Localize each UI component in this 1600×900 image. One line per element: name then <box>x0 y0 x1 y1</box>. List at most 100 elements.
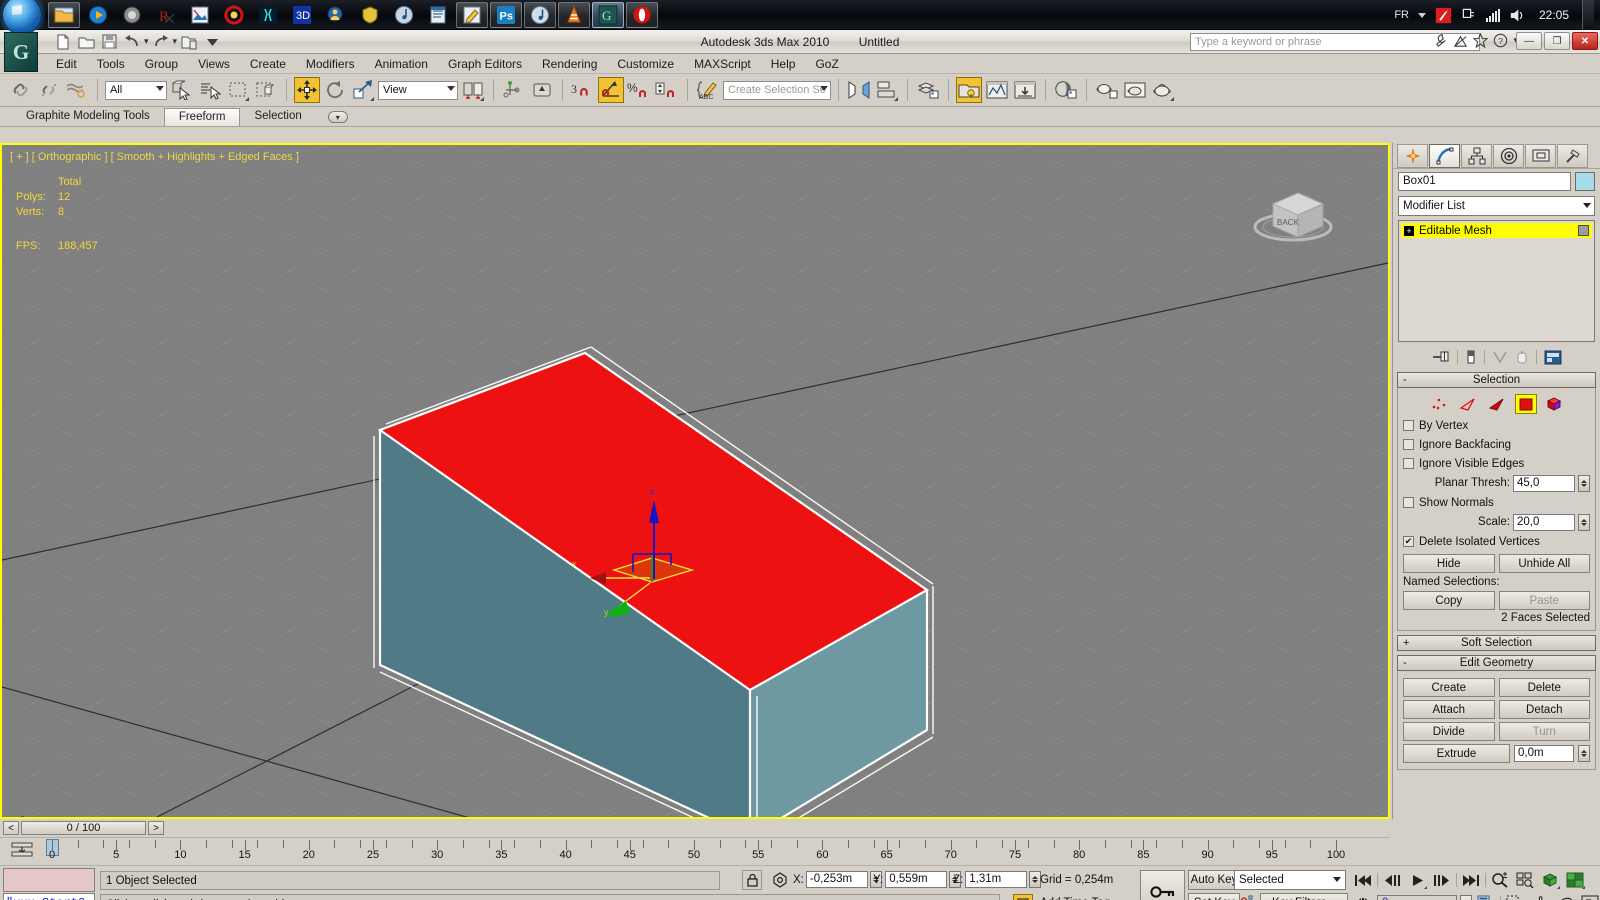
modifier-list-dropdown[interactable]: Modifier List <box>1398 196 1595 216</box>
modify-tab[interactable] <box>1429 143 1460 168</box>
ribbon-tab-graphite-modeling-tools[interactable]: Graphite Modeling Tools <box>12 108 164 126</box>
motion-tab[interactable] <box>1493 143 1524 168</box>
default-in-out-tangents-button[interactable] <box>1234 893 1256 900</box>
edit-named-selection-sets-button[interactable]: ABC <box>695 77 721 103</box>
detach-button[interactable]: Detach <box>1498 700 1590 719</box>
reference-coordinate-system-dropdown[interactable]: View <box>378 80 458 100</box>
menu-item-customize[interactable]: Customize <box>607 55 684 73</box>
selection-filter-dropdown[interactable]: All <box>105 80 167 100</box>
extrude-amount-input[interactable]: 0,0m <box>1514 745 1574 762</box>
ribbon-tab-selection[interactable]: Selection <box>240 108 315 126</box>
unlink-selection-button[interactable] <box>36 77 62 103</box>
coord-y-input[interactable]: 0,559m <box>885 871 948 888</box>
render-frame-window-button[interactable] <box>984 77 1010 103</box>
named-selection-sets-input[interactable]: Create Selection Se <box>723 80 831 100</box>
extrude-spinner[interactable] <box>1578 745 1590 762</box>
zoom-extents-button[interactable] <box>1539 870 1561 890</box>
checkbox-icon[interactable] <box>1403 458 1414 469</box>
previous-frame-button[interactable] <box>1381 870 1403 890</box>
select-and-rotate-button[interactable] <box>322 77 348 103</box>
wrench-icon[interactable] <box>1433 33 1448 48</box>
antivirus-icon[interactable] <box>1435 7 1452 24</box>
coord-z-input[interactable]: 1,31m <box>965 871 1028 888</box>
layer-manager-button[interactable] <box>915 77 941 103</box>
current-frame-spinner[interactable] <box>1460 894 1472 900</box>
add-time-tag-button[interactable] <box>1013 894 1033 900</box>
menu-item-help[interactable]: Help <box>761 55 806 73</box>
menu-item-group[interactable]: Group <box>135 55 188 73</box>
unhide-all-button[interactable]: Unhide All <box>1498 554 1590 573</box>
ribbon-tab-freeform[interactable]: Freeform <box>163 108 241 126</box>
taskbar-item-explorer[interactable] <box>48 1 80 28</box>
perspective-viewport[interactable]: z x y z <box>2 145 1388 817</box>
set-key-button[interactable]: Set Key <box>1188 893 1240 900</box>
mirror-button[interactable] <box>529 77 555 103</box>
absolute-relative-toggle[interactable] <box>770 870 790 890</box>
taskbar-item-blue[interactable]: 3D <box>286 2 318 28</box>
auto-key-button[interactable]: Auto Key <box>1188 870 1240 890</box>
bind-to-space-warp-button[interactable] <box>64 77 90 103</box>
star-icon[interactable] <box>1473 33 1489 48</box>
help-icon[interactable]: ? <box>1493 33 1508 48</box>
network-icon[interactable] <box>1461 7 1477 23</box>
track-bar[interactable]: 5 10 15 20 25 30 35 40 45 50 55 60 65 70 75 80 85 90 95 100… <box>0 837 1390 865</box>
checkbox-delete-isolated-vertices[interactable]: ✔ Delete Isolated Vertices <box>1403 532 1590 551</box>
previous-frame-arrow[interactable]: < <box>3 821 19 835</box>
align-objects-button[interactable] <box>874 77 900 103</box>
taskbar-item-media-player[interactable] <box>82 2 114 28</box>
select-and-move-button[interactable] <box>294 77 320 103</box>
close-button[interactable]: ✕ <box>1572 32 1598 50</box>
delete-button[interactable]: Delete <box>1498 678 1590 697</box>
undo-button[interactable] <box>121 32 143 52</box>
taskbar-item-notepad[interactable] <box>422 2 454 28</box>
scale-input[interactable]: 20,0 <box>1513 513 1575 531</box>
render-iterative-button[interactable] <box>1122 77 1148 103</box>
taskbar-item-editor[interactable] <box>456 1 488 28</box>
tray-expand-icon[interactable] <box>1418 12 1426 18</box>
zoom-region-button[interactable] <box>1504 893 1526 900</box>
element-level-button[interactable] <box>1544 394 1566 414</box>
menu-item-rendering[interactable]: Rendering <box>532 55 607 73</box>
select-and-link-button[interactable] <box>8 77 34 103</box>
tray-language[interactable]: FR <box>1394 9 1409 21</box>
checkbox-icon[interactable] <box>1403 420 1414 431</box>
menu-item-graph-editors[interactable]: Graph Editors <box>438 55 532 73</box>
maximize-button[interactable]: ❐ <box>1544 32 1570 50</box>
menu-item-animation[interactable]: Animation <box>365 55 438 73</box>
viewport-label[interactable]: [ + ] [ Orthographic ] [ Smooth + Highli… <box>10 151 299 163</box>
remove-modifier-icon[interactable] <box>1515 350 1529 364</box>
menu-item-views[interactable]: Views <box>188 55 240 73</box>
scale-spinner[interactable] <box>1578 513 1590 531</box>
utilities-tab[interactable] <box>1557 143 1588 168</box>
snaps-toggle-button[interactable]: 3 <box>570 77 596 103</box>
extrude-button[interactable]: Extrude <box>1403 744 1510 763</box>
maximize-viewport-toggle-button[interactable] <box>1579 893 1600 900</box>
viewcube[interactable]: BACK <box>1243 171 1343 251</box>
menu-item-create[interactable]: Create <box>240 55 296 73</box>
taskbar-item-dancer[interactable] <box>252 2 284 28</box>
percent-snap-toggle-button[interactable]: % <box>626 77 652 103</box>
key-filters-button[interactable]: Key Filters... <box>1260 893 1348 900</box>
go-to-start-button[interactable] <box>1352 870 1374 890</box>
zoom-all-button[interactable] <box>1514 870 1536 890</box>
taskbar-item-itunes[interactable] <box>388 2 420 28</box>
material-editor-button[interactable] <box>1053 77 1079 103</box>
render-production-button[interactable] <box>1094 77 1120 103</box>
application-menu-button[interactable]: G <box>4 32 38 72</box>
maxscript-listener-output[interactable] <box>3 868 95 892</box>
checkbox-icon[interactable] <box>1403 497 1414 508</box>
customize-quick-access-button[interactable] <box>201 32 223 52</box>
clock[interactable]: 22:05 <box>1535 8 1573 22</box>
checkbox-by-vertex[interactable]: By Vertex <box>1403 416 1590 435</box>
planar-thresh-spinner[interactable] <box>1578 474 1590 492</box>
checkbox-ignore-backfacing[interactable]: Ignore Backfacing <box>1403 435 1590 454</box>
play-animation-button[interactable] <box>1406 870 1428 890</box>
create-button[interactable]: Create <box>1403 678 1495 697</box>
stack-toggle-icon[interactable] <box>1578 225 1589 236</box>
spinner-snap-toggle-button[interactable] <box>654 77 680 103</box>
menu-item-edit[interactable]: Edit <box>46 55 87 73</box>
planar-thresh-input[interactable]: 45,0 <box>1513 474 1575 492</box>
taskbar-item-shield[interactable] <box>354 2 386 28</box>
align-button[interactable] <box>501 77 527 103</box>
ribbon-minimize-toggle[interactable]: ▾ <box>327 111 348 123</box>
